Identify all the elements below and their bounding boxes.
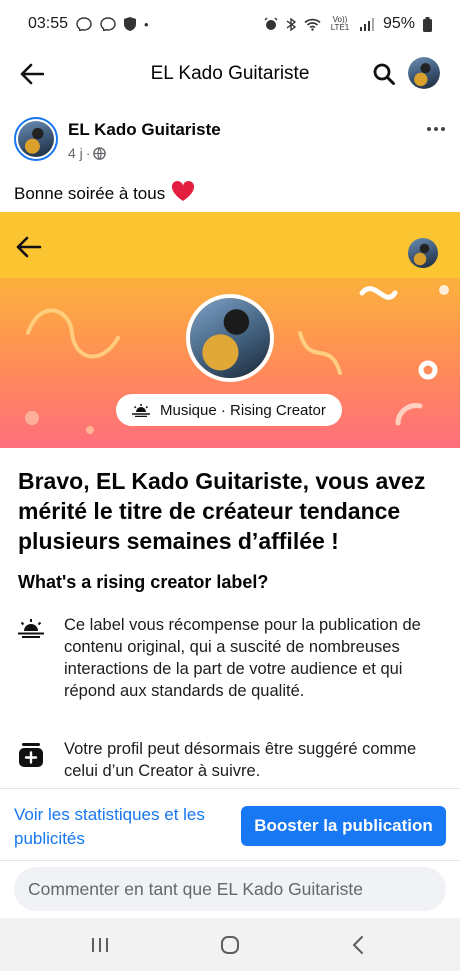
view-stats-link[interactable]: Voir les statistiques et les publicités (14, 803, 234, 851)
home-button[interactable] (210, 930, 250, 960)
back-button[interactable] (14, 56, 50, 92)
globe-icon (93, 146, 107, 160)
post-action-bar: Voir les statistiques et les publicités … (0, 788, 460, 860)
avatar (408, 238, 438, 268)
back-icon (353, 936, 363, 954)
messenger-icon (76, 17, 92, 31)
battery-percent: 95% (382, 15, 415, 32)
avatar (18, 121, 54, 157)
wifi-icon (304, 18, 321, 31)
volte-icon: Vo)) LTE1 (330, 15, 350, 32)
avatar (408, 57, 440, 89)
profile-switcher-avatar[interactable] (408, 57, 440, 89)
image-top-avatar (408, 238, 438, 268)
rising-creator-badge: Musique · Rising Creator (116, 394, 342, 426)
status-right: Vo)) LTE1 95% (264, 15, 432, 33)
post-image[interactable]: Musique · Rising Creator Bravo, EL Kado … (0, 212, 460, 788)
app-header: EL Kado Guitariste (0, 48, 460, 100)
system-back-button[interactable] (338, 930, 378, 960)
bluetooth-icon (286, 17, 296, 31)
alarm-icon (264, 17, 278, 30)
rising-creator-subheading: What's a rising creator label? (18, 572, 269, 592)
arrow-left-icon (20, 63, 44, 85)
shield-icon (124, 17, 137, 31)
status-time: 03:55 (28, 15, 69, 32)
signal-icon (359, 17, 374, 31)
search-button[interactable] (366, 56, 402, 92)
avatar (190, 298, 270, 378)
post-header: EL Kado Guitariste 4 j · (0, 112, 460, 172)
congrats-headline: Bravo, EL Kado Guitariste, vous avez mér… (18, 468, 426, 554)
info-item-reward: Ce label vous récompense pour la publica… (18, 614, 438, 702)
post-author-name[interactable]: EL Kado Guitariste (68, 120, 221, 140)
info-item-icon (18, 614, 46, 702)
recents-button[interactable] (80, 930, 120, 960)
image-back-arrow (16, 236, 42, 263)
add-profile-icon (19, 743, 43, 767)
info-item-icon (18, 738, 46, 782)
comment-area (0, 860, 460, 918)
status-left: 03:55 • (28, 15, 149, 33)
rising-creator-content: Bravo, EL Kado Guitariste, vous avez mér… (0, 448, 460, 788)
more-options-button[interactable] (426, 116, 446, 137)
post-meta: 4 j · (68, 145, 107, 161)
meta-separator: · (85, 145, 91, 161)
info-item-suggested: Votre profil peut désormais être suggéré… (18, 738, 438, 782)
sunrise-icon (132, 404, 150, 417)
dot-icon: • (144, 16, 149, 32)
post-time[interactable]: 4 j (68, 145, 83, 161)
sunrise-icon (18, 619, 44, 638)
battery-icon (423, 16, 432, 32)
search-icon (373, 63, 395, 85)
creator-profile-photo (186, 294, 274, 382)
system-nav-bar (0, 918, 460, 971)
recents-icon (92, 938, 108, 952)
home-icon (221, 936, 239, 954)
post-author-avatar[interactable] (14, 117, 58, 161)
info-item-text: Ce label vous récompense pour la publica… (64, 616, 421, 700)
arrow-left-icon (16, 236, 42, 258)
status-bar: 03:55 • Vo)) LTE1 95% (0, 0, 460, 48)
heart-icon (172, 180, 195, 201)
messenger-icon (100, 17, 116, 31)
comment-input[interactable] (14, 867, 446, 911)
boost-post-button[interactable]: Booster la publication (241, 806, 446, 846)
more-dots-icon (427, 127, 445, 131)
heart-emoji (171, 180, 195, 208)
post-body: Bonne soirée à tous (14, 184, 166, 203)
badge-label: Musique · Rising Creator (160, 401, 326, 419)
post-text: Bonne soirée à tous (14, 180, 195, 208)
image-top-bar (0, 212, 460, 278)
info-item-text: Votre profil peut désormais être suggéré… (64, 740, 417, 780)
rising-creator-banner: Musique · Rising Creator (0, 278, 460, 448)
